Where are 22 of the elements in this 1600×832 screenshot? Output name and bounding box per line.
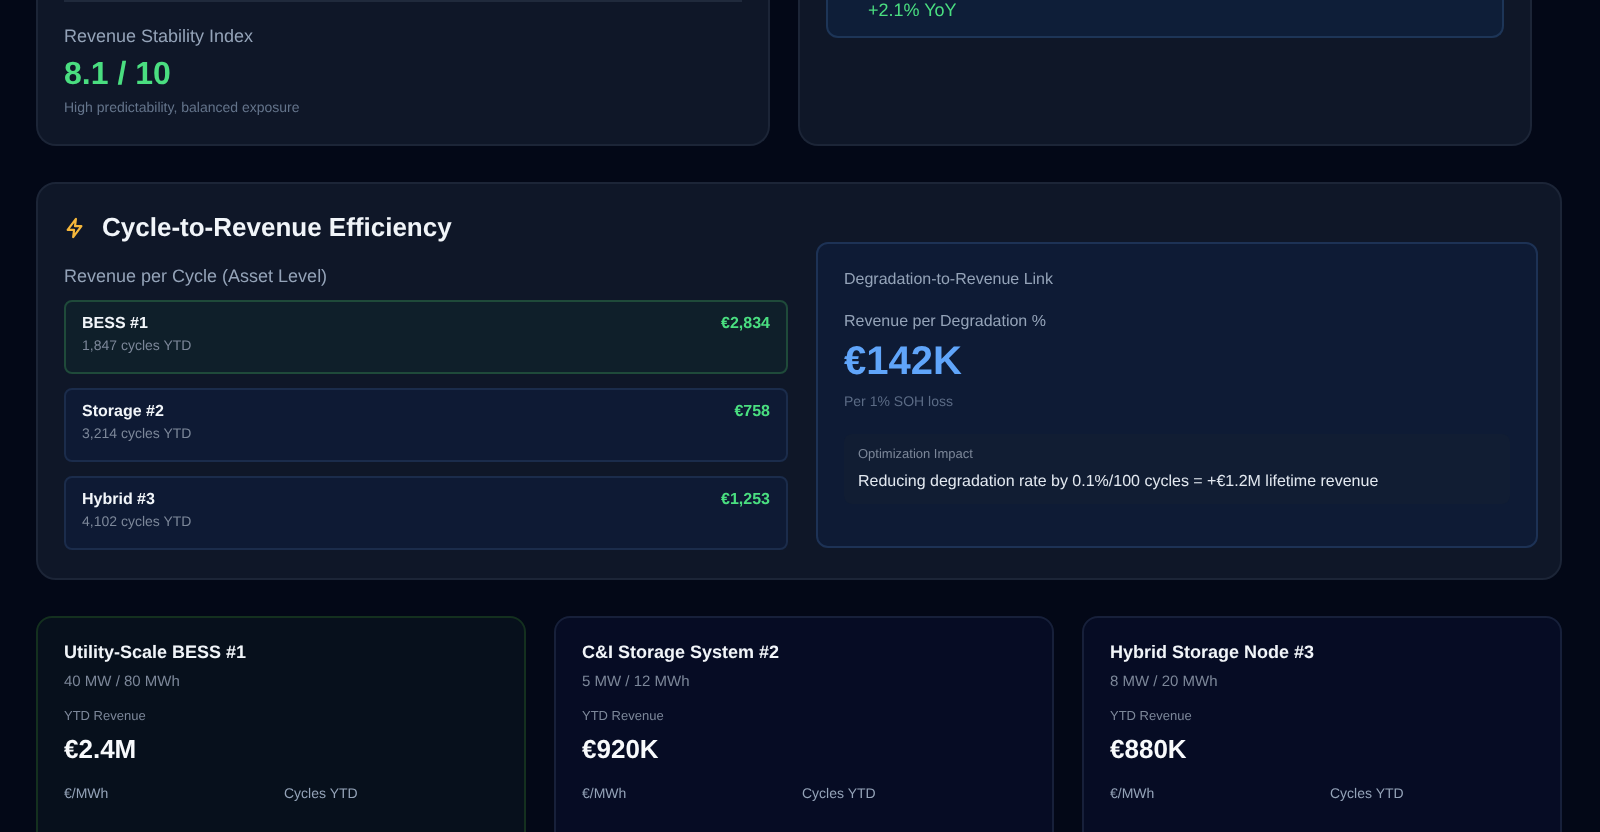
section-title: Cycle-to-Revenue Efficiency [102, 212, 452, 242]
revenue-value: €2.4M [64, 734, 139, 764]
asset-name: C&I Storage System #2 [582, 642, 782, 662]
asset-name: BESS #1 [82, 314, 150, 332]
impact-text: Reducing degradation rate by 0.1%/100 cycles = +€1.2M lifetime revenue [858, 472, 1381, 490]
metric-value: €142K [844, 340, 964, 386]
change-text: +2.1% YoY [868, 0, 959, 20]
revenue-value: €920K [582, 734, 661, 764]
metric-value: 8.1 / 10 [64, 58, 173, 94]
asset-name: Utility-Scale BESS #1 [64, 642, 249, 662]
revenue-per-cycle: €2,834 [721, 314, 770, 336]
asset-name: Storage #2 [82, 402, 166, 420]
metric-label: Revenue per Degradation % [844, 312, 1048, 330]
asset-name: Hybrid #3 [82, 490, 157, 508]
panel-title: Degradation-to-Revenue Link [844, 270, 1056, 288]
metric-label: Revenue Stability Index [64, 26, 256, 46]
lightning-icon [64, 215, 86, 239]
revenue-value: €880K [1110, 734, 1189, 764]
revenue-per-cycle: €758 [734, 402, 770, 424]
revenue-per-cycle: €1,253 [721, 490, 770, 512]
list-label: Revenue per Cycle (Asset Level) [64, 266, 330, 286]
asset-name: Hybrid Storage Node #3 [1110, 642, 1317, 662]
